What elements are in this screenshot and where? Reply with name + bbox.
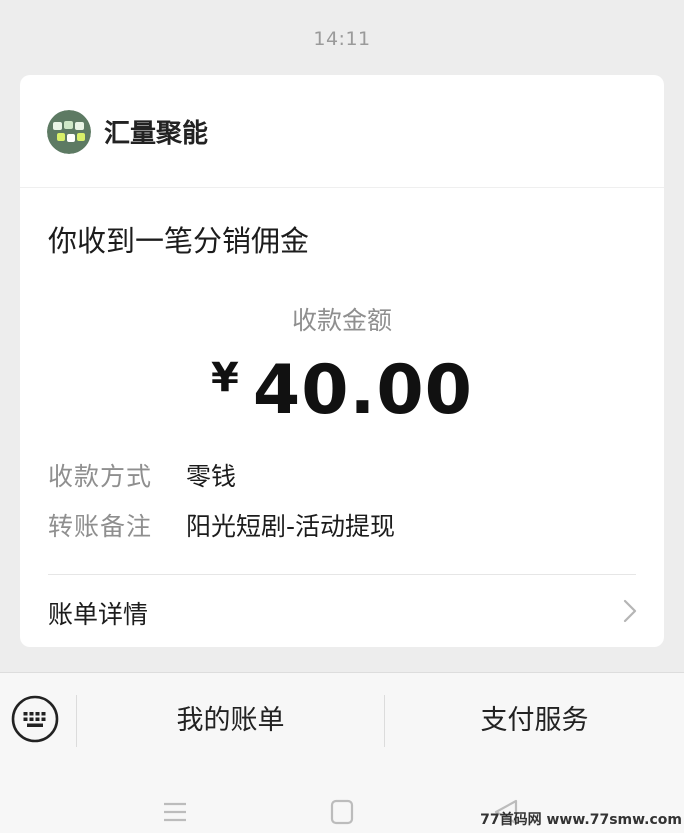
status-time: 14:11 (313, 28, 371, 50)
bill-details-label: 账单详情 (48, 600, 149, 629)
payment-notification-card[interactable]: 汇量聚能 你收到一笔分销佣金 收款金额 ¥40.00 收款方式 零钱 转账备注 阳光… (20, 75, 664, 647)
amount-display: ¥40.00 (20, 351, 664, 430)
recent-apps-icon[interactable] (161, 797, 189, 827)
payment-method-label: 收款方式 (48, 462, 153, 491)
card-header[interactable]: 汇量聚能 (20, 75, 664, 188)
keyboard-icon[interactable] (11, 695, 59, 743)
message-title: 你收到一笔分销佣金 (48, 224, 310, 258)
home-icon[interactable] (328, 797, 356, 827)
transfer-note-value: 阳光短剧-活动提现 (186, 512, 396, 541)
currency-symbol: ¥ (211, 355, 239, 401)
bottom-menu-bar: 我的账单 支付服务 77首码网 www.77smw.com (0, 672, 684, 833)
sender-name[interactable]: 汇量聚能 (104, 113, 208, 150)
amount-label: 收款金额 (291, 306, 392, 335)
payment-method-row: 收款方式 零钱 (48, 457, 236, 493)
transfer-note-row: 转账备注 阳光短剧-活动提现 (48, 507, 395, 543)
amount-value: 40.00 (252, 351, 473, 430)
merchant-avatar-icon[interactable] (47, 110, 91, 154)
payment-services-button[interactable]: 支付服务 (385, 699, 684, 743)
transfer-note-label: 转账备注 (48, 512, 153, 541)
my-bills-button[interactable]: 我的账单 (77, 699, 384, 743)
bill-details-link[interactable]: 账单详情 (20, 575, 664, 647)
payment-method-value: 零钱 (186, 462, 237, 491)
chevron-right-icon (618, 597, 642, 625)
site-watermark: 77首码网 www.77smw.com (480, 812, 682, 828)
